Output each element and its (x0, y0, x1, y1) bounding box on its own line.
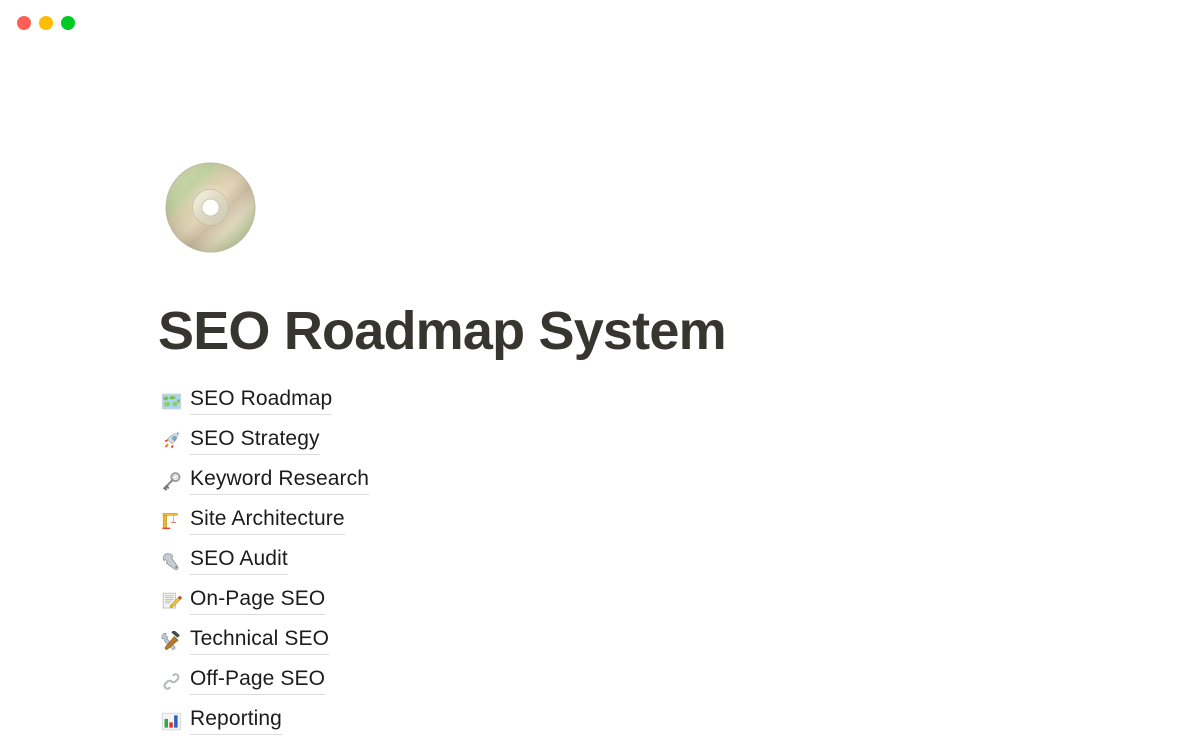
list-item-label: Technical SEO (190, 627, 330, 656)
bar-chart-emoji (160, 710, 182, 732)
list-item[interactable]: Off-Page SEO (160, 661, 860, 701)
link-emoji (160, 670, 182, 692)
list-item[interactable]: Keyword Research (160, 461, 860, 501)
wrench-emoji (160, 550, 182, 572)
list-item-label: SEO Strategy (190, 427, 320, 456)
list-item-label: Off-Page SEO (190, 667, 326, 696)
list-item-label: On-Page SEO (190, 587, 326, 616)
key-emoji (160, 470, 182, 492)
building-construction-emoji (160, 510, 182, 532)
hammer-and-wrench-emoji (160, 630, 182, 652)
list-item-label: Site Architecture (190, 507, 345, 536)
optical-disc-emoji[interactable] (163, 160, 258, 255)
list-item[interactable]: Reporting (160, 701, 860, 741)
list-item[interactable]: Technical SEO (160, 621, 860, 661)
list-item[interactable]: SEO Roadmap (160, 381, 860, 421)
page-content: SEO Roadmap System SEO Roadmap SEO Strat… (0, 0, 1200, 750)
list-item-label: SEO Audit (190, 547, 288, 576)
list-item-label: Keyword Research (190, 467, 370, 496)
list-item[interactable]: On-Page SEO (160, 581, 860, 621)
list-item-label: Reporting (190, 707, 282, 736)
page-title: SEO Roadmap System (158, 301, 727, 361)
memo-emoji (160, 590, 182, 612)
list-item-label: SEO Roadmap (190, 387, 333, 416)
list-item[interactable]: SEO Audit (160, 541, 860, 581)
rocket-emoji (160, 430, 182, 452)
list-item[interactable]: Site Architecture (160, 501, 860, 541)
page-link-list: SEO Roadmap SEO Strategy Keyword Researc… (160, 381, 860, 741)
list-item[interactable]: SEO Strategy (160, 421, 860, 461)
world-map-emoji (160, 390, 182, 412)
